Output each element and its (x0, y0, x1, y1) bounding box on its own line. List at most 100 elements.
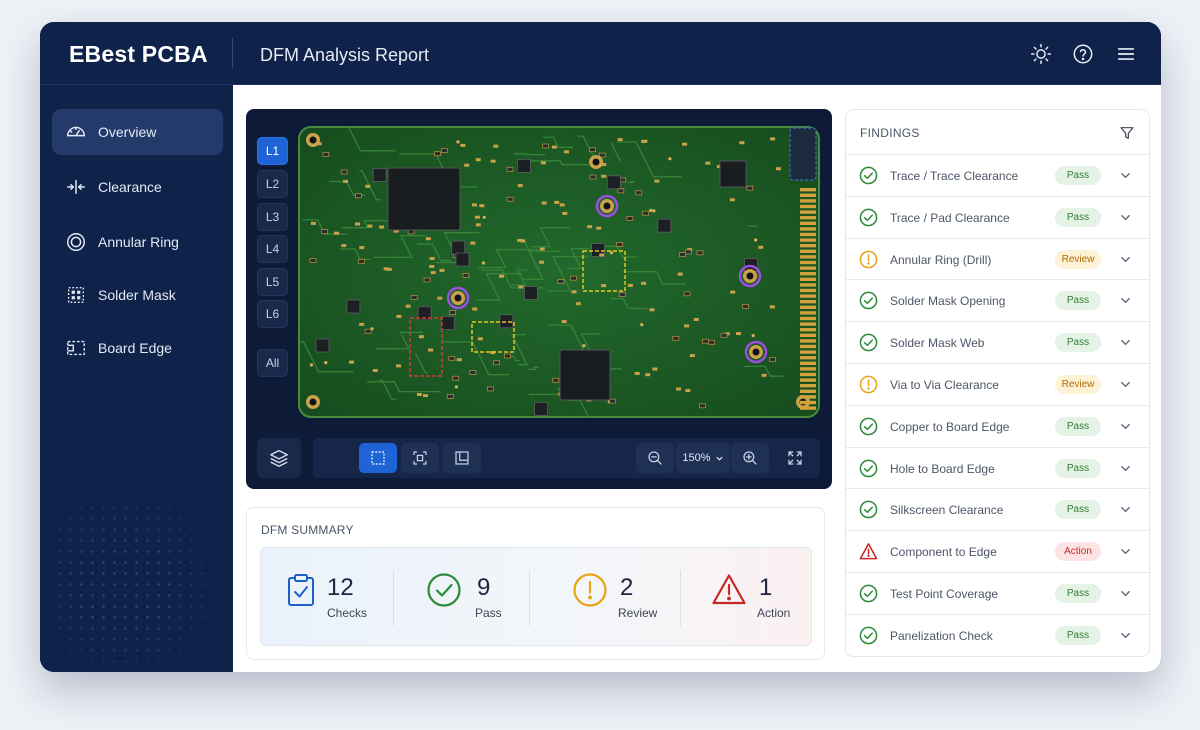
sidebar-item-board-edge[interactable]: Board Edge (52, 325, 223, 371)
finding-row[interactable]: Annular Ring (Drill) Review (846, 237, 1149, 279)
ic-secondary-processor (559, 349, 611, 401)
zoom-out-button[interactable] (636, 443, 674, 473)
pcb-board-canvas[interactable] (298, 126, 820, 418)
sun-icon[interactable] (1029, 42, 1053, 66)
chevron-down-icon[interactable] (1119, 462, 1132, 475)
sidebar-item-overview[interactable]: Overview (52, 109, 223, 155)
chevron-down-icon[interactable] (1119, 294, 1132, 307)
chevron-down-icon (715, 456, 723, 461)
stat-pass: 9 Pass (426, 548, 536, 647)
smd-pad (634, 371, 640, 375)
smd-pad (479, 204, 485, 208)
chevron-down-icon[interactable] (1119, 211, 1132, 224)
smd-pad (641, 281, 647, 285)
layer-button-l3[interactable]: L3 (257, 203, 288, 231)
via (640, 323, 644, 327)
gauge-icon (65, 121, 87, 143)
finding-row[interactable]: Test Point Coverage Pass (846, 572, 1149, 613)
smd-pad (551, 145, 557, 149)
focus-icon (413, 451, 427, 465)
layer-button-l5[interactable]: L5 (257, 268, 288, 296)
finding-row[interactable]: Copper to Board Edge Pass (846, 404, 1149, 446)
edge-finger (800, 400, 816, 405)
sidebar-item-solder-mask[interactable]: Solder Mask (52, 272, 223, 318)
status-badge: Review (1055, 249, 1101, 269)
smd-component (506, 166, 514, 172)
finding-row[interactable]: Component to Edge Action (846, 530, 1149, 571)
layer-button-l6[interactable]: L6 (257, 300, 288, 328)
finding-row[interactable]: Via to Via Clearance Review (846, 363, 1149, 404)
zoom-in-button[interactable] (731, 443, 769, 473)
edge-finger (800, 221, 816, 225)
status-badge: Pass (1055, 584, 1101, 603)
layers-toggle-button[interactable] (257, 438, 301, 478)
smd-component (702, 338, 710, 344)
via (668, 157, 672, 161)
smd-pad (617, 138, 623, 142)
finding-name: Copper to Board Edge (890, 419, 1010, 434)
status-badge: Pass (1055, 166, 1101, 185)
smd-component (746, 185, 754, 191)
filter-icon[interactable] (1119, 125, 1135, 141)
finding-row[interactable]: Silkscreen Clearance Pass (846, 488, 1149, 529)
edge-finger (800, 277, 816, 281)
stat-label: Checks (327, 606, 368, 620)
smd-component (589, 147, 597, 153)
chevron-down-icon[interactable] (1119, 587, 1132, 600)
layer-button-all[interactable]: All (257, 349, 288, 377)
finding-row[interactable]: Trace / Trace Clearance Pass (846, 154, 1149, 195)
sidebar-item-annular-ring[interactable]: Annular Ring (52, 219, 223, 265)
help-icon[interactable] (1071, 42, 1095, 66)
chevron-down-icon[interactable] (1119, 545, 1132, 558)
zoom-level-value: 150% (682, 452, 711, 464)
finding-row[interactable]: Panelization Check Pass (846, 613, 1149, 655)
chevron-down-icon[interactable] (1119, 420, 1132, 433)
focus-tool-button[interactable] (401, 443, 439, 473)
finding-row[interactable]: Hole to Board Edge Pass (846, 446, 1149, 488)
finding-name: Hole to Board Edge (890, 461, 995, 476)
status-badge: Action (1055, 542, 1101, 562)
chevron-down-icon[interactable] (1119, 253, 1132, 266)
edge-finger (800, 344, 816, 349)
layer-button-l1[interactable]: L1 (257, 137, 288, 165)
smd-pad (645, 373, 651, 377)
finding-name: Annular Ring (Drill) (890, 252, 992, 267)
finding-row[interactable]: Solder Mask Web Pass (846, 321, 1149, 362)
sidebar-item-clearance[interactable]: Clearance (52, 164, 223, 210)
findings-panel: FINDINGS Trace / Trace Clearance Pass Trac… (845, 109, 1150, 657)
chevron-down-icon[interactable] (1119, 629, 1132, 642)
finding-name: Via to Via Clearance (890, 378, 999, 392)
chevron-down-icon[interactable] (1119, 378, 1132, 391)
clearance-icon (65, 176, 87, 198)
smd-pad (518, 285, 524, 289)
measure-tool-button[interactable] (443, 443, 481, 473)
via (754, 238, 758, 242)
ic-chip (523, 286, 538, 300)
ic-chip (516, 159, 531, 173)
chevron-down-icon[interactable] (1119, 169, 1132, 182)
stat-value: 12 (327, 574, 354, 601)
via (324, 361, 328, 365)
stat-label: Review (618, 606, 658, 620)
select-tool-button[interactable] (359, 443, 397, 473)
edge-finger (800, 328, 816, 332)
finding-row[interactable]: Trace / Pad Clearance Pass (846, 195, 1149, 237)
fullscreen-button[interactable] (776, 443, 814, 473)
chevron-down-icon[interactable] (1119, 336, 1132, 349)
smd-pad (729, 198, 735, 202)
smd-pad (596, 226, 602, 230)
layer-button-l2[interactable]: L2 (257, 170, 288, 198)
zoom-level-select[interactable]: 150% (676, 443, 730, 473)
smd-pad (472, 307, 478, 311)
smd-component (487, 386, 495, 392)
ic-small (719, 160, 747, 188)
smd-component (684, 249, 692, 255)
smd-pad (428, 348, 434, 352)
layer-button-l4[interactable]: L4 (257, 235, 288, 263)
smd-component (462, 272, 470, 278)
chevron-down-icon[interactable] (1119, 503, 1132, 516)
menu-icon[interactable] (1114, 42, 1138, 66)
smd-component (542, 143, 549, 149)
smd-pad (649, 308, 655, 312)
finding-row[interactable]: Solder Mask Opening Pass (846, 279, 1149, 320)
